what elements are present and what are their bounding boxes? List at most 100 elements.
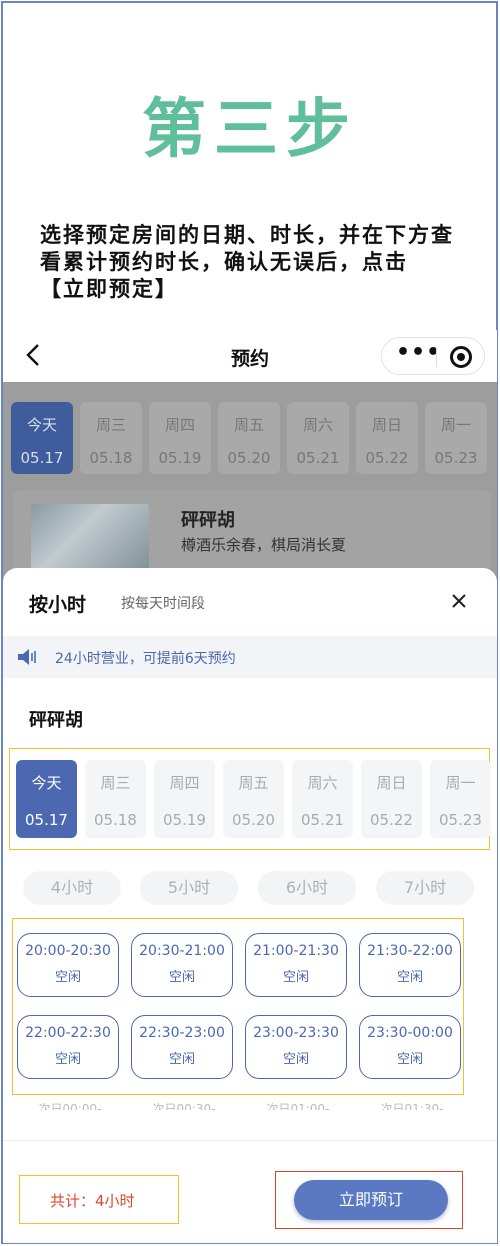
next-slot-partial: 次日01:30- <box>380 1102 444 1110</box>
book-now-button[interactable]: 立即预订 <box>294 1180 448 1220</box>
time-slot-grid: 20:00-20:30 空闲 20:30-21:00 空闲 21:00-21:30 空… <box>12 918 464 1095</box>
date-weekday: 今天 <box>31 774 62 792</box>
date-item[interactable]: 周日 05.22 <box>361 760 422 838</box>
slot-time: 20:00-20:30 <box>25 943 111 959</box>
date-value: 05.17 <box>25 811 68 829</box>
date-weekday: 周六 <box>302 416 333 434</box>
capsule-divider <box>436 347 437 367</box>
background-date-list: 今天 05.17 周三 05.18 周四 05.19 周五 05.20 周六 05.21 … <box>11 402 497 474</box>
time-slot[interactable]: 22:30-23:00 空闲 <box>131 1015 233 1079</box>
background-date-item: 周四 05.19 <box>149 402 211 474</box>
instruction-line: 看累计预约时长，确认无误后，点击 <box>40 250 408 274</box>
close-icon[interactable] <box>451 586 467 616</box>
date-value: 05.19 <box>158 449 202 467</box>
slot-time: 23:30-00:00 <box>367 1025 453 1041</box>
time-slot[interactable]: 20:00-20:30 空闲 <box>17 933 119 997</box>
speaker-icon <box>17 648 37 666</box>
instruction-text: 选择预定房间的日期、时长，并在下方查 看累计预约时长，确认无误后，点击 【立即预… <box>40 222 470 303</box>
room-title: 砰砰胡 <box>181 510 235 531</box>
booking-sheet: 按小时 按每天时间段 24小时营业，可提前6天预约 砰砰胡 今天 05.17 周三… <box>3 568 497 1243</box>
date-weekday: 周日 <box>376 774 407 792</box>
slot-time: 21:30-22:00 <box>367 943 453 959</box>
target-icon[interactable] <box>450 346 472 368</box>
background-page: 今天 05.17 周三 05.18 周四 05.19 周五 05.20 周六 05.21 … <box>3 382 497 582</box>
tab-by-period[interactable]: 按每天时间段 <box>121 593 205 613</box>
date-item[interactable]: 周六 05.21 <box>292 760 353 838</box>
room-description: 樽酒乐余春，棋局消长夏 <box>181 536 347 554</box>
room-name: 砰砰胡 <box>29 710 83 731</box>
date-weekday: 周五 <box>233 416 264 434</box>
time-slot[interactable]: 22:00-22:30 空闲 <box>17 1015 119 1079</box>
next-slot-partial: 次日00:00- <box>38 1102 102 1110</box>
slot-time: 21:00-21:30 <box>253 943 339 959</box>
date-weekday: 周四 <box>169 774 200 792</box>
date-weekday: 周六 <box>307 774 338 792</box>
slot-status: 空闲 <box>396 970 423 985</box>
date-item[interactable]: 周四 05.19 <box>154 760 215 838</box>
more-dots-icon[interactable]: ••• <box>396 340 441 365</box>
date-value: 05.23 <box>434 449 478 467</box>
date-value: 05.20 <box>232 811 275 829</box>
slot-status: 空闲 <box>54 1052 81 1067</box>
notice-bar: 24小时营业，可提前6天预约 <box>3 636 497 678</box>
duration-option[interactable]: 6小时 <box>258 871 356 905</box>
next-slot-partial: 次日00:30- <box>152 1102 216 1110</box>
slot-status: 空闲 <box>54 970 81 985</box>
date-item[interactable]: 周一 05.23 <box>430 760 491 838</box>
total-duration: 共计：4小时 <box>50 1192 135 1210</box>
duration-option[interactable]: 4小时 <box>23 871 121 905</box>
date-weekday: 今天 <box>26 416 57 434</box>
date-value: 05.18 <box>94 811 137 829</box>
date-value: 05.19 <box>163 811 206 829</box>
date-item[interactable]: 今天 05.17 <box>16 760 77 838</box>
time-slot[interactable]: 21:00-21:30 空闲 <box>245 933 347 997</box>
date-weekday: 周四 <box>164 416 195 434</box>
navigation-bar: 预约 ••• <box>3 330 497 382</box>
date-value: 05.21 <box>301 811 344 829</box>
room-photo <box>31 504 149 576</box>
date-value: 05.18 <box>89 449 133 467</box>
slot-status: 空闲 <box>168 970 195 985</box>
instruction-line: 【立即预定】 <box>40 277 178 301</box>
slot-time: 22:30-23:00 <box>139 1025 225 1041</box>
step-title: 第三步 <box>142 93 358 167</box>
next-slot-partial: 次日01:00- <box>266 1102 330 1110</box>
date-weekday: 周五 <box>238 774 269 792</box>
background-date-item: 周六 05.21 <box>287 402 349 474</box>
background-date-item: 今天 05.17 <box>11 402 73 474</box>
submit-highlight: 立即预订 <box>275 1171 463 1229</box>
tab-by-hour[interactable]: 按小时 <box>29 590 86 617</box>
footer-divider <box>3 1140 497 1141</box>
duration-option[interactable]: 5小时 <box>140 871 238 905</box>
instruction-line: 选择预定房间的日期、时长，并在下方查 <box>40 223 454 247</box>
time-slot[interactable]: 23:30-00:00 空闲 <box>359 1015 461 1079</box>
date-value: 05.21 <box>296 449 340 467</box>
miniprogram-capsule: ••• <box>381 337 485 375</box>
duration-option[interactable]: 7小时 <box>376 871 474 905</box>
slot-time: 23:00-23:30 <box>253 1025 339 1041</box>
date-item[interactable]: 周三 05.18 <box>85 760 146 838</box>
background-date-item: 周三 05.18 <box>80 402 142 474</box>
time-slot[interactable]: 21:30-22:00 空闲 <box>359 933 461 997</box>
date-value: 05.22 <box>370 811 413 829</box>
time-slot[interactable]: 23:00-23:30 空闲 <box>245 1015 347 1079</box>
notice-text: 24小时营业，可提前6天预约 <box>55 651 236 667</box>
date-weekday: 周三 <box>95 416 126 434</box>
slot-status: 空闲 <box>396 1052 423 1067</box>
date-value: 05.17 <box>20 449 64 467</box>
date-weekday: 周一 <box>440 416 471 434</box>
time-slot[interactable]: 20:30-21:00 空闲 <box>131 933 233 997</box>
date-item[interactable]: 周五 05.20 <box>223 760 284 838</box>
slot-time: 20:30-21:00 <box>139 943 225 959</box>
date-weekday: 周三 <box>100 774 131 792</box>
background-date-item: 周日 05.22 <box>356 402 418 474</box>
background-date-item: 周一 05.23 <box>425 402 487 474</box>
date-value: 05.22 <box>365 449 409 467</box>
date-weekday: 周日 <box>371 416 402 434</box>
date-weekday: 周一 <box>445 774 476 792</box>
total-highlight: 共计：4小时 <box>19 1175 179 1224</box>
slot-status: 空闲 <box>282 970 309 985</box>
slot-time: 22:00-22:30 <box>25 1025 111 1041</box>
background-date-item: 周五 05.20 <box>218 402 280 474</box>
date-selector: 今天 05.17 周三 05.18 周四 05.19 周五 05.20 周六 05.21 … <box>9 748 491 850</box>
